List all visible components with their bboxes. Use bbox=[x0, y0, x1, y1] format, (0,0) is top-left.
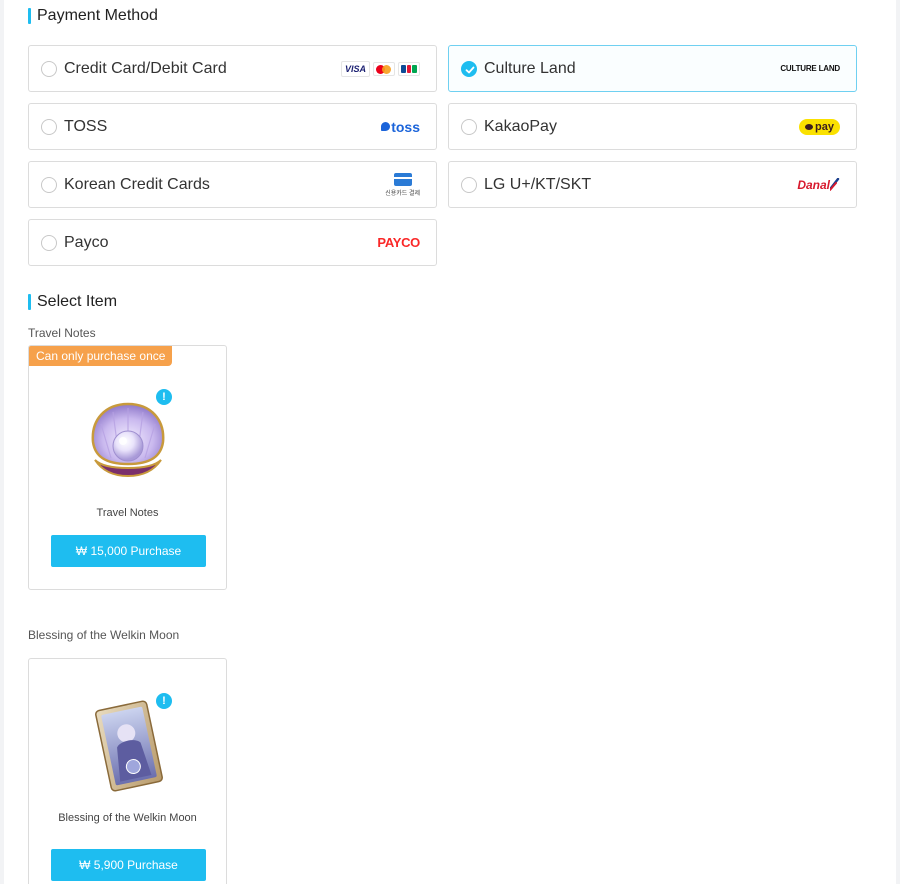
payment-option-credit-card[interactable]: Credit Card/Debit Card VISA bbox=[28, 45, 437, 92]
toss-icon bbox=[381, 122, 391, 131]
payment-option-culture-land[interactable]: Culture Land CULTURE LAND bbox=[448, 45, 857, 92]
korean-card-logo-text: 신용카드 결제 bbox=[385, 190, 420, 197]
radio-payco[interactable] bbox=[41, 234, 57, 251]
payment-method-title: Payment Method bbox=[37, 7, 158, 24]
heading-accent-bar bbox=[28, 294, 31, 310]
item-name: Travel Notes bbox=[96, 507, 159, 519]
speech-bubble-icon bbox=[805, 123, 814, 130]
payment-option-label: KakaoPay bbox=[484, 117, 557, 135]
payment-option-carrier[interactable]: LG U+/KT/SKT Danal bbox=[448, 161, 857, 208]
select-item-heading: Select Item bbox=[28, 293, 117, 311]
payment-option-label: Credit Card/Debit Card bbox=[64, 59, 227, 77]
payment-method-heading: Payment Method bbox=[28, 7, 158, 25]
select-item-title: Select Item bbox=[37, 293, 118, 310]
radio-carrier[interactable] bbox=[461, 176, 477, 193]
purchase-button-travel-notes[interactable]: ₩ 15,000 Purchase bbox=[51, 535, 206, 567]
item-name: Blessing of the Welkin Moon bbox=[58, 812, 197, 824]
purchase-once-badge: Can only purchase once bbox=[29, 346, 173, 366]
radio-culture-land[interactable] bbox=[461, 60, 477, 77]
payco-logo: PAYCO bbox=[377, 235, 420, 250]
item-card-travel-notes[interactable]: Can only purchase once ! Travel Notes ₩ … bbox=[28, 345, 227, 590]
heading-accent-bar bbox=[28, 8, 31, 24]
payment-option-label: Payco bbox=[64, 233, 109, 251]
check-icon bbox=[465, 66, 475, 73]
radio-toss[interactable] bbox=[41, 118, 57, 135]
payment-option-kakaopay[interactable]: KakaoPay pay bbox=[448, 103, 857, 150]
item-card-welkin-moon[interactable]: ! Blessing of the Welkin Moon ₩ 5,900 Pu… bbox=[28, 658, 227, 884]
mastercard-icon bbox=[373, 61, 395, 76]
radio-korean-credit-cards[interactable] bbox=[41, 176, 57, 193]
visa-logo: VISA bbox=[340, 60, 370, 77]
danal-logo: Danal bbox=[797, 177, 840, 192]
korean-card-logo: 신용카드 결제 bbox=[385, 172, 420, 197]
item-group-title: Travel Notes bbox=[28, 326, 96, 340]
pearl-shell-icon bbox=[91, 402, 165, 478]
payment-option-payco[interactable]: Payco PAYCO bbox=[28, 219, 437, 266]
kakaopay-logo-text: pay bbox=[815, 120, 834, 133]
credit-card-icon bbox=[393, 172, 412, 186]
kakaopay-logo: pay bbox=[799, 118, 840, 135]
payment-option-label: Culture Land bbox=[484, 59, 576, 77]
payment-option-toss[interactable]: TOSS toss bbox=[28, 103, 437, 150]
payment-option-label: TOSS bbox=[64, 117, 108, 135]
danal-swoosh-icon bbox=[830, 177, 840, 191]
toss-logo-text: toss bbox=[391, 118, 420, 135]
radio-kakaopay[interactable] bbox=[461, 118, 477, 135]
payment-option-label: LG U+/KT/SKT bbox=[484, 175, 592, 193]
card-brands-logo: VISA bbox=[340, 60, 420, 77]
culture-land-logo: CULTURE LAND bbox=[780, 64, 840, 73]
jcb-icon bbox=[398, 61, 420, 76]
payment-option-label: Korean Credit Cards bbox=[64, 175, 210, 193]
radio-credit-card[interactable] bbox=[41, 60, 57, 77]
purchase-button-welkin-moon[interactable]: ₩ 5,900 Purchase bbox=[51, 849, 206, 881]
toss-logo: toss bbox=[381, 119, 420, 135]
item-group-title: Blessing of the Welkin Moon bbox=[28, 628, 180, 642]
danal-logo-text: Danal bbox=[797, 177, 830, 192]
welkin-card-icon bbox=[95, 700, 163, 792]
payment-option-korean-credit-cards[interactable]: Korean Credit Cards 신용카드 결제 bbox=[28, 161, 437, 208]
